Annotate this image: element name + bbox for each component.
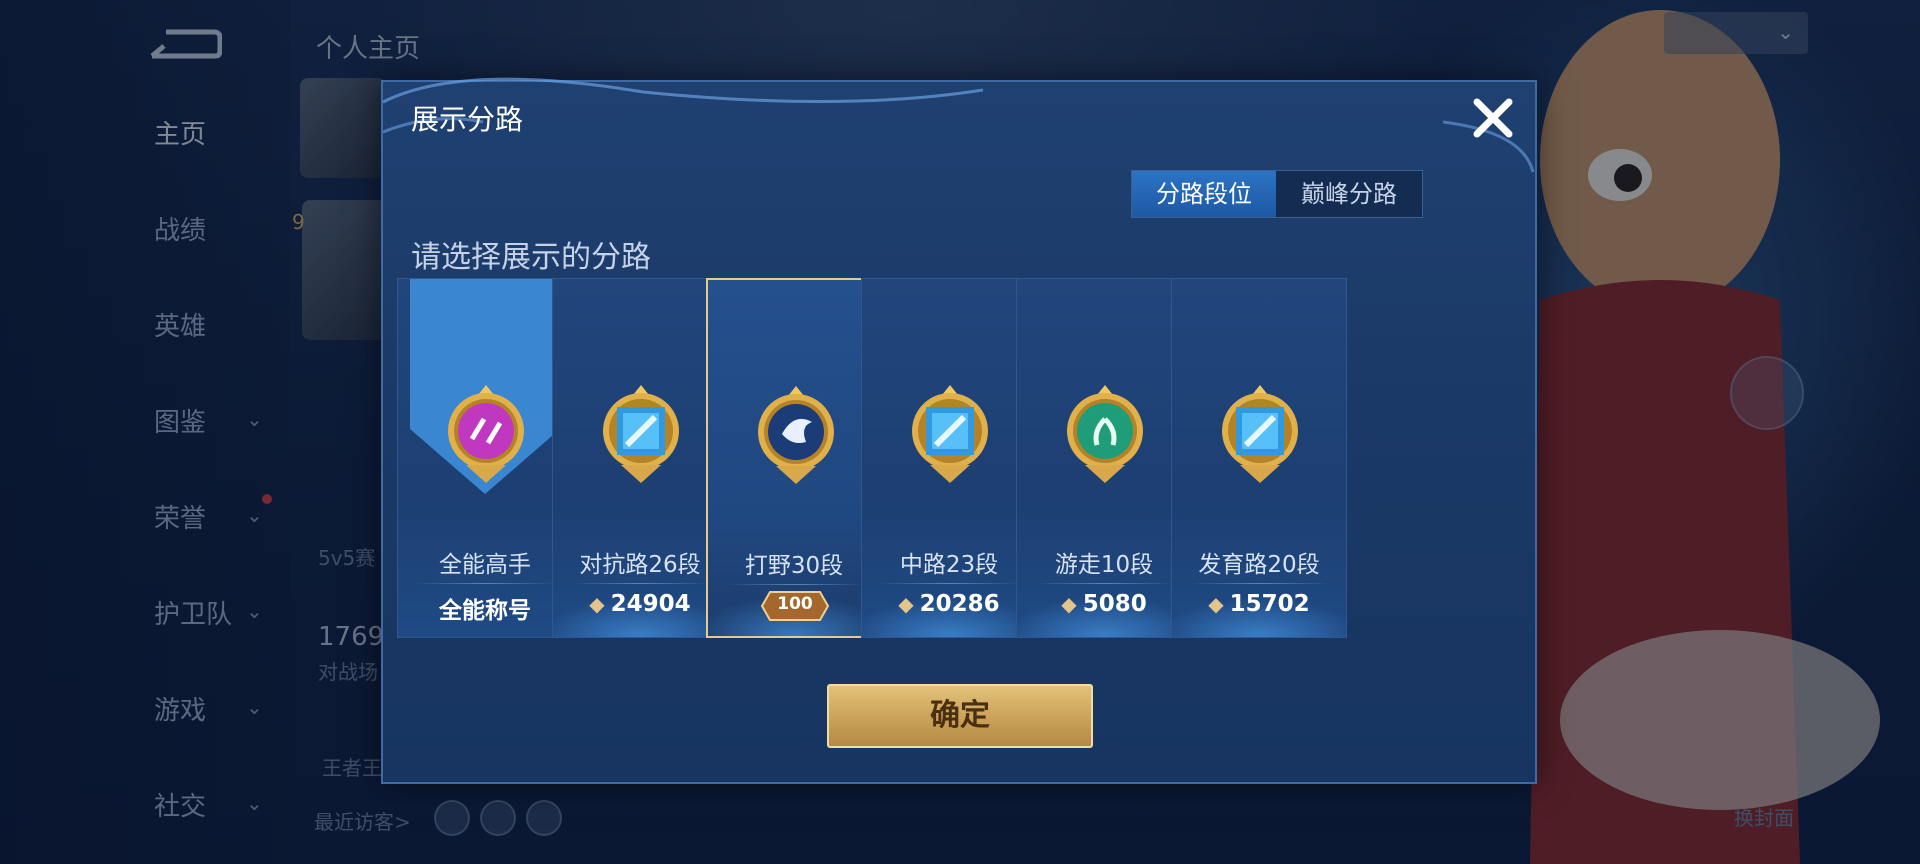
lane-display-dialog: 展示分路 分路段位 巅峰分路 请选择展示的分路 全能高手 全能称号 对抗路26段 ◆ 2… — [381, 77, 1537, 784]
divider — [1190, 583, 1330, 584]
level-tag-value: 100 — [777, 594, 813, 614]
divider — [416, 583, 556, 584]
lane-score-value: 24904 — [610, 591, 691, 617]
clash-lane-badge-icon — [591, 379, 691, 489]
lane-score-value: 20286 — [919, 591, 1000, 617]
farm-lane-badge-icon — [1210, 379, 1310, 489]
dialog-subtitle: 请选择展示的分路 — [411, 240, 651, 275]
divider — [726, 584, 866, 585]
level-tag: 100 — [760, 590, 830, 622]
lane-card[interactable]: 对抗路26段 ◆ 24904 — [552, 278, 728, 638]
dialog-title: 展示分路 — [411, 103, 524, 136]
lane-card[interactable]: 打野30段 100 — [706, 278, 882, 638]
all-round-badge-icon — [436, 379, 536, 489]
close-icon[interactable] — [1467, 92, 1519, 144]
lane-type-tabs: 分路段位 巅峰分路 — [1131, 170, 1423, 218]
dialog-ornament — [382, 77, 1535, 173]
jungle-badge-icon — [746, 380, 846, 490]
lane-score: ◆ 5080 — [1017, 591, 1191, 627]
lane-score: ◆ 20286 — [862, 591, 1036, 627]
lane-card[interactable]: 游走10段 ◆ 5080 — [1016, 278, 1192, 638]
tab-lane-rank[interactable]: 分路段位 — [1132, 171, 1276, 217]
lane-name: 全能高手 — [439, 552, 531, 578]
rank-points-icon: ◆ — [589, 592, 605, 616]
lane-score-value: 全能称号 — [439, 598, 531, 624]
divider — [571, 583, 711, 584]
lane-score: ◆ 24904 — [553, 591, 727, 627]
divider — [880, 583, 1020, 584]
mid-lane-badge-icon — [900, 379, 1000, 489]
lane-name: 打野30段 — [744, 553, 844, 579]
roam-badge-icon — [1055, 379, 1155, 489]
lane-name: 游走10段 — [1054, 552, 1154, 578]
lane-score: 全能称号 — [398, 591, 572, 627]
divider — [1035, 583, 1175, 584]
lane-score-value: 15702 — [1229, 591, 1310, 617]
confirm-button[interactable]: 确定 — [827, 684, 1093, 748]
lane-name: 发育路20段 — [1198, 552, 1320, 578]
rank-points-icon: ◆ — [1208, 592, 1224, 616]
rank-points-icon: ◆ — [898, 592, 914, 616]
lane-card[interactable]: 中路23段 ◆ 20286 — [861, 278, 1037, 638]
lane-score: ◆ 15702 — [1172, 591, 1346, 627]
tab-peak-lane[interactable]: 巅峰分路 — [1276, 171, 1422, 217]
lane-score-value: 5080 — [1082, 591, 1147, 617]
rank-points-icon: ◆ — [1061, 592, 1077, 616]
lane-name: 对抗路26段 — [579, 552, 701, 578]
lane-name: 中路23段 — [899, 552, 999, 578]
lane-card[interactable]: 发育路20段 ◆ 15702 — [1171, 278, 1347, 638]
lane-card[interactable]: 全能高手 全能称号 — [397, 278, 573, 638]
